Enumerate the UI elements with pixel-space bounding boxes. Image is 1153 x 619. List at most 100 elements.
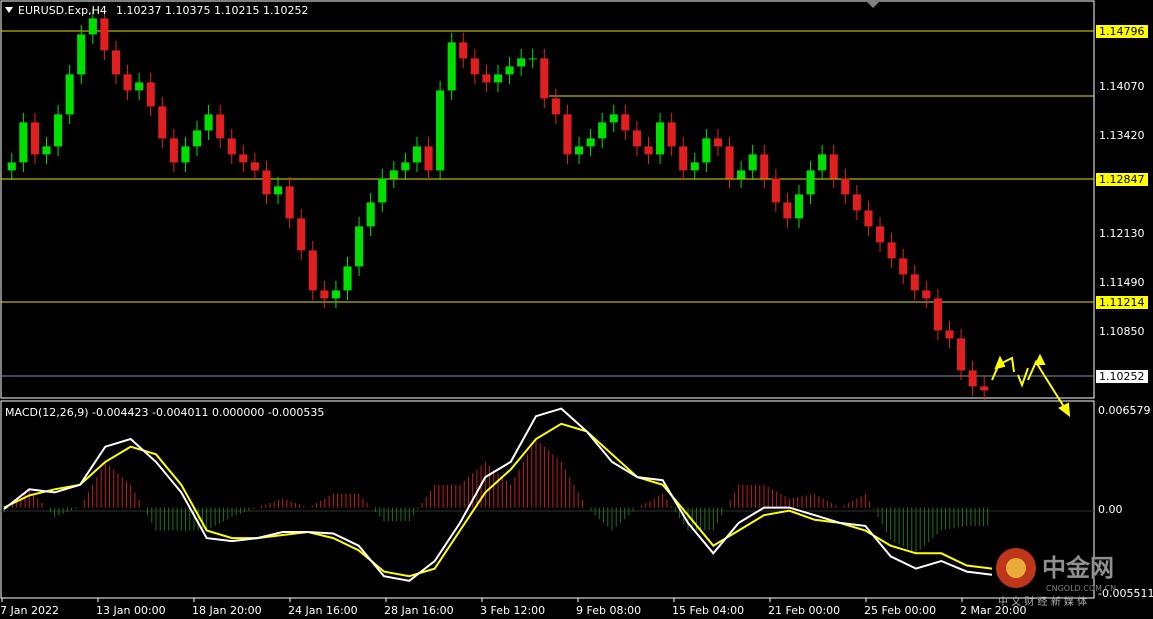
watermark-slogan: 中 文 财 经 新 媒 体	[998, 595, 1087, 608]
candle-body	[123, 74, 132, 91]
price-tick-2: 1.13420	[1099, 129, 1145, 142]
candle-body	[609, 114, 618, 123]
current-price-tag-text: 1.10252	[1099, 370, 1145, 383]
candle-body	[308, 250, 317, 291]
candle-body	[517, 58, 526, 67]
macd-header: MACD(12,26,9) -0.004423 -0.004011 0.0000…	[5, 406, 324, 419]
time-tick: 25 Feb 00:00	[864, 604, 936, 617]
macd-histogram	[3, 439, 989, 554]
time-tick: 9 Feb 08:00	[576, 604, 641, 617]
scroll-marker-icon[interactable]	[866, 1, 880, 8]
candle-body	[899, 258, 908, 275]
candle-body	[482, 74, 491, 83]
candle-body	[586, 138, 595, 147]
time-tick: 24 Jan 16:00	[288, 604, 358, 617]
candle-body	[135, 82, 144, 91]
candle-body	[436, 90, 445, 171]
time-tick: 3 Feb 12:00	[480, 604, 545, 617]
time-axis: 7 Jan 2022 13 Jan 00:00 18 Jan 20:00 24 Jan…	[0, 598, 1026, 617]
candle-body	[551, 98, 560, 115]
candle-body	[922, 290, 931, 299]
candle-body	[806, 170, 815, 195]
candle-body	[656, 122, 665, 155]
candle-body	[470, 58, 479, 75]
candle-body	[389, 170, 398, 179]
candle-body	[910, 274, 919, 291]
candle-body	[505, 66, 514, 75]
candle-body	[598, 122, 607, 139]
candle-body	[702, 138, 711, 163]
candle-body	[852, 194, 861, 211]
candle-body	[54, 114, 63, 147]
candle-body	[401, 162, 410, 171]
candle-body	[378, 178, 387, 203]
candle-body	[945, 330, 954, 339]
candle-body	[412, 146, 422, 163]
forecast-arrow-5	[1043, 374, 1067, 411]
candle-body	[355, 226, 364, 267]
candle-body	[818, 154, 827, 171]
candle-body	[262, 170, 271, 195]
candle-body	[77, 34, 86, 75]
candle-body	[250, 162, 259, 171]
macd-pane-frame	[0, 400, 1095, 599]
candle-body	[621, 114, 630, 131]
candle-body	[887, 242, 896, 259]
candle-body	[841, 178, 850, 195]
level-tag-11214-text: 1.11214	[1099, 296, 1145, 309]
candle-body	[632, 130, 641, 147]
candle-body	[574, 146, 584, 155]
candle-body	[968, 370, 977, 387]
candle-body	[933, 298, 942, 331]
candle-body	[320, 290, 329, 299]
candle-body	[713, 138, 723, 147]
candle-body	[227, 138, 236, 155]
candle-body	[111, 50, 121, 75]
price-tick-5: 1.10850	[1099, 325, 1145, 338]
chart-canvas: EURUSD.Exp,H4 1.10237 1.10375 1.10215 1.…	[0, 0, 1153, 617]
arrow-head-icon	[1034, 353, 1046, 365]
time-tick: 21 Feb 00:00	[768, 604, 840, 617]
level-tag-14796-text: 1.14796	[1099, 25, 1145, 38]
candle-body	[169, 138, 178, 163]
candle-body	[88, 18, 97, 35]
price-tick-4: 1.11490	[1099, 276, 1145, 289]
candle-body	[7, 162, 16, 171]
symbol-label: EURUSD.Exp,H4	[18, 4, 107, 17]
candle-body	[331, 290, 340, 299]
candle-body	[864, 210, 873, 227]
candle-body	[100, 18, 109, 51]
forecast-arrows	[991, 353, 1071, 418]
candle-body	[725, 146, 734, 179]
candle-body	[667, 122, 676, 147]
candle-body	[181, 146, 190, 163]
watermark-name: 中金网	[1042, 554, 1114, 582]
candle-body	[146, 82, 155, 107]
candle-body	[783, 202, 792, 219]
macd-tick-zero: 0.00	[1098, 503, 1123, 516]
macd-tick-top: 0.006579	[1098, 404, 1151, 417]
level-tag-12847-text: 1.12847	[1099, 173, 1145, 186]
watermark-domain: CNGOLD.COM.CN	[1046, 584, 1116, 593]
triangle-down-icon[interactable]	[5, 7, 13, 13]
price-tick-1: 1.14070	[1099, 80, 1145, 93]
candle-body	[158, 106, 167, 139]
time-tick: 15 Feb 04:00	[672, 604, 744, 617]
candle-body	[343, 266, 352, 291]
candle-body	[957, 338, 966, 371]
candle-body	[273, 186, 283, 195]
candle-body	[19, 122, 28, 163]
candle-body	[493, 74, 503, 83]
candle-body	[528, 58, 537, 60]
price-axis: 1.14796 1.14070 1.13420 1.12847 1.12130 …	[1096, 25, 1148, 383]
time-tick: 28 Jan 16:00	[384, 604, 454, 617]
candle-body	[204, 114, 213, 131]
time-tick: 7 Jan 2022	[0, 604, 59, 617]
arrow-head-icon	[1058, 402, 1071, 418]
candle-body	[42, 146, 51, 155]
candle-body	[216, 114, 225, 139]
candle-body	[285, 186, 294, 219]
candle-body	[794, 194, 804, 219]
candle-body	[563, 114, 572, 155]
price-tick-3: 1.12130	[1099, 227, 1145, 240]
